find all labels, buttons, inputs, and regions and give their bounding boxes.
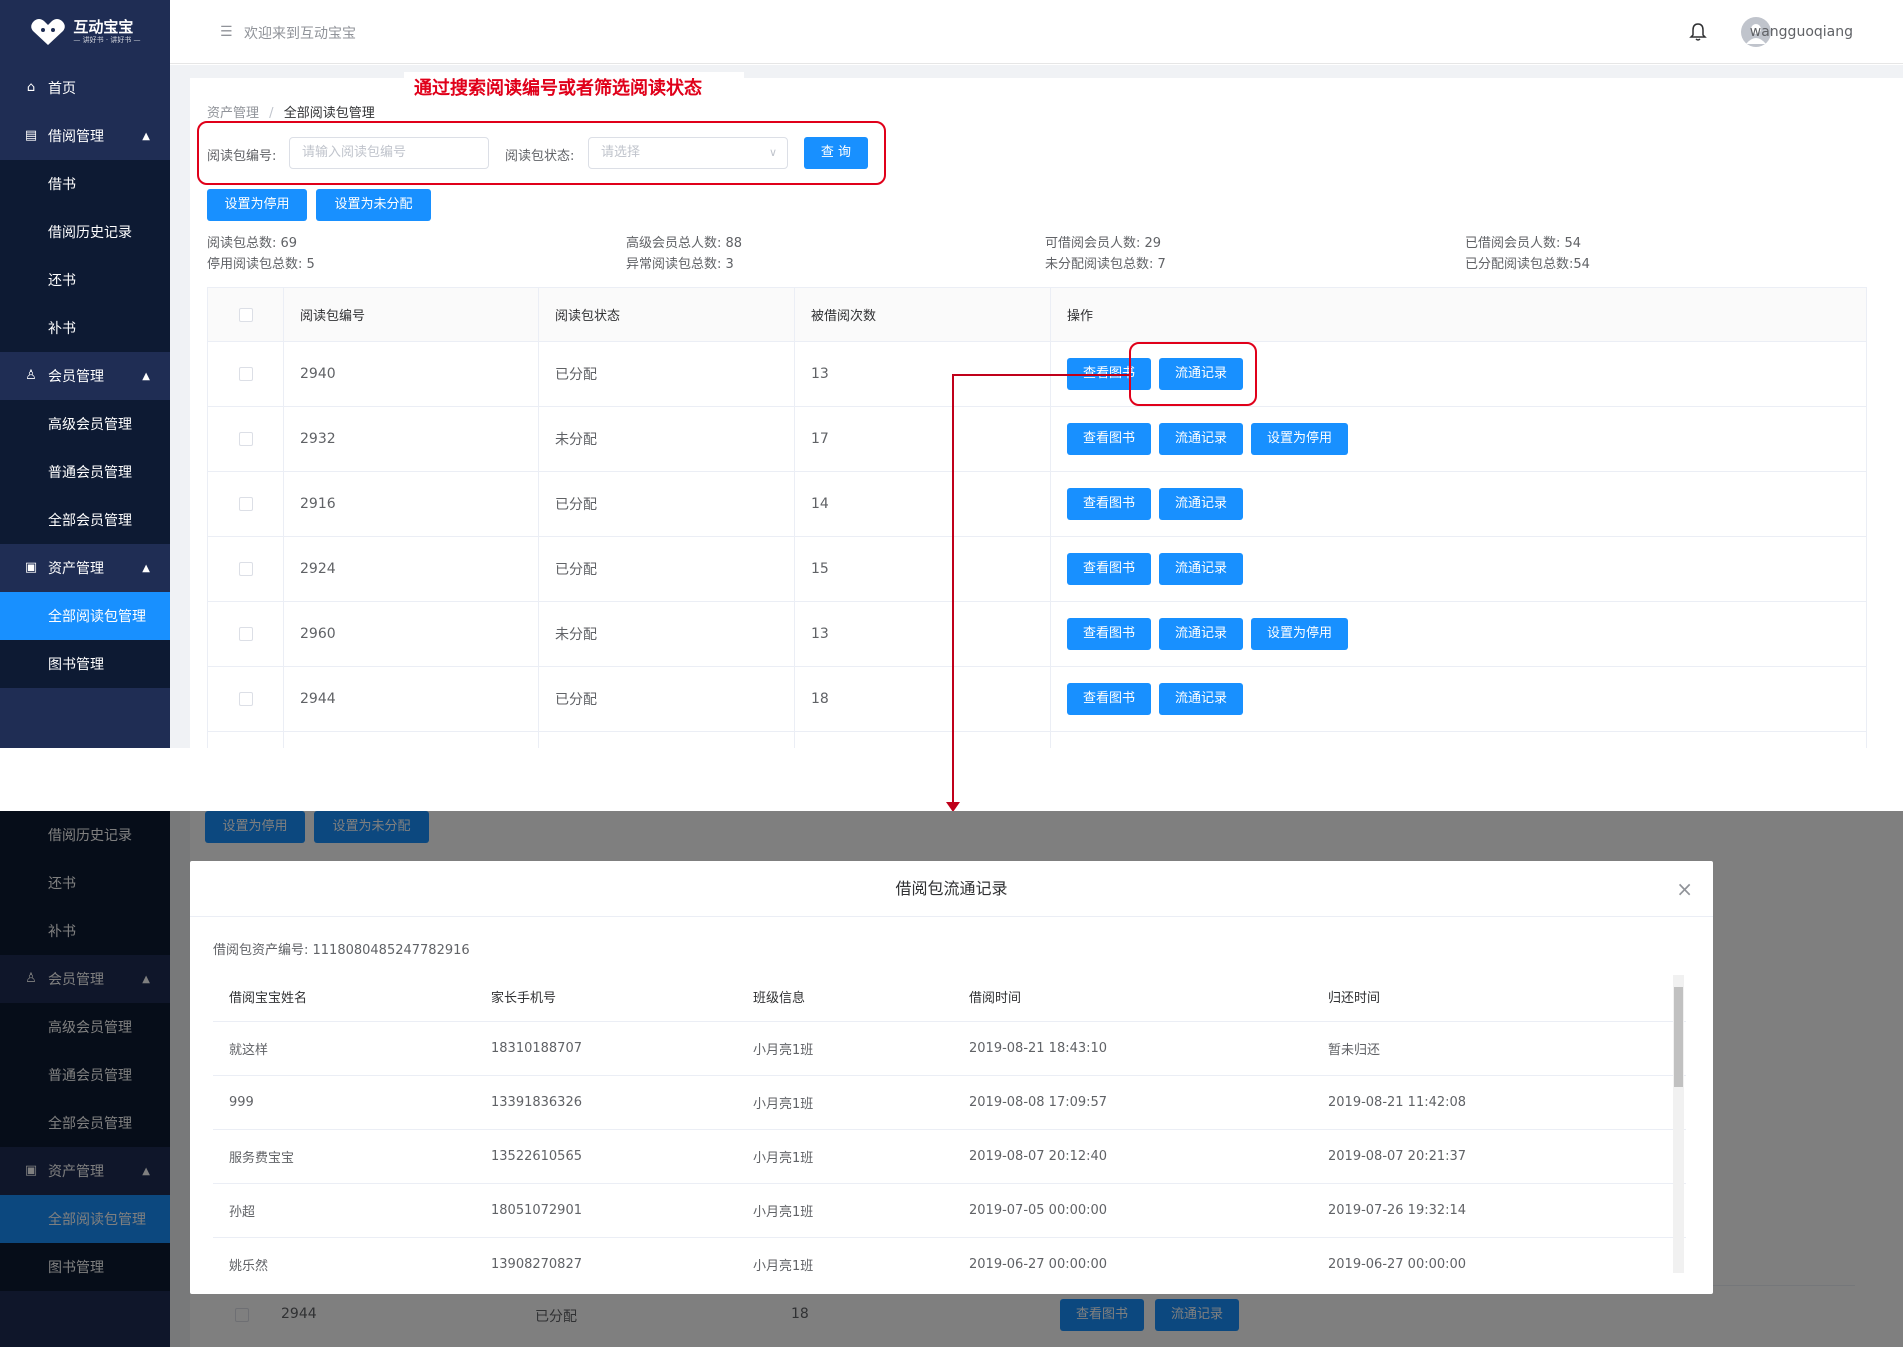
cell-borrow-time: 2019-07-05 00:00:00: [969, 1203, 1108, 1218]
cell-return-time: 暂未归还: [1328, 1043, 1381, 1058]
annotation-arrow: [946, 374, 1129, 812]
header-borrow-time: 借阅时间: [969, 991, 1022, 1006]
cell-parent-phone: 18310188707: [491, 1041, 582, 1056]
cell-class: 小月亮1班: [753, 1043, 814, 1058]
scrollbar[interactable]: [1673, 975, 1684, 1273]
cell-return-time: 2019-08-07 20:21:37: [1328, 1149, 1467, 1164]
table-row: 孙超 18051072901 小月亮1班 2019-07-05 00:00:00…: [213, 1184, 1686, 1238]
cell-child-name: 999: [229, 1095, 254, 1110]
dialog-title: 借阅包流通记录: [895, 879, 1008, 898]
table-row: 服务费宝宝 13522610565 小月亮1班 2019-08-07 20:12…: [213, 1130, 1686, 1184]
cell-child-name: 姚乐然: [229, 1259, 269, 1274]
cell-child-name: 服务费宝宝: [229, 1151, 295, 1166]
header-class: 班级信息: [753, 991, 806, 1006]
table-row: 姚乐然 13908270827 小月亮1班 2019-06-27 00:00:0…: [213, 1238, 1686, 1276]
cell-return-time: 2019-07-26 19:32:14: [1328, 1203, 1467, 1218]
cell-borrow-time: 2019-08-21 18:43:10: [969, 1041, 1108, 1056]
cell-borrow-time: 2019-08-08 17:09:57: [969, 1095, 1108, 1110]
cell-parent-phone: 13522610565: [491, 1149, 582, 1164]
table-row: 999 13391836326 小月亮1班 2019-08-08 17:09:5…: [213, 1076, 1686, 1130]
cell-child-name: 孙超: [229, 1205, 256, 1220]
bottom-screenshot: 借阅历史记录 还书 补书 ♙ 会员管理 ▲ 高级会员管理 普通会员管理 全部会员…: [0, 811, 1903, 1347]
cell-class: 小月亮1班: [753, 1097, 814, 1112]
cell-return-time: 2019-06-27 00:00:00: [1328, 1257, 1467, 1272]
circulation-table: 借阅宝宝姓名 家长手机号 班级信息 借阅时间 归还时间 就这样 18310188…: [213, 972, 1686, 1276]
cell-parent-phone: 18051072901: [491, 1203, 582, 1218]
asset-number: 借阅包资产编号: 1118080485247782916: [213, 943, 470, 958]
cell-borrow-time: 2019-06-27 00:00:00: [969, 1257, 1108, 1272]
table-header: 借阅宝宝姓名 家长手机号 班级信息 借阅时间 归还时间: [213, 972, 1686, 1022]
cell-parent-phone: 13391836326: [491, 1095, 582, 1110]
cell-class: 小月亮1班: [753, 1151, 814, 1166]
header-return-time: 归还时间: [1328, 991, 1381, 1006]
cell-borrow-time: 2019-08-07 20:12:40: [969, 1149, 1108, 1164]
header-parent-phone: 家长手机号: [491, 991, 557, 1006]
cell-return-time: 2019-08-21 11:42:08: [1328, 1095, 1467, 1110]
cell-parent-phone: 13908270827: [491, 1257, 582, 1272]
table-row: 就这样 18310188707 小月亮1班 2019-08-21 18:43:1…: [213, 1022, 1686, 1076]
scrollbar-thumb[interactable]: [1674, 987, 1683, 1087]
cell-child-name: 就这样: [229, 1043, 269, 1058]
cell-class: 小月亮1班: [753, 1205, 814, 1220]
circulation-record-dialog: 借阅包流通记录 × 借阅包资产编号: 1118080485247782916 借…: [190, 861, 1713, 1294]
cell-class: 小月亮1班: [753, 1259, 814, 1274]
close-icon[interactable]: ×: [1676, 861, 1693, 917]
header-child-name: 借阅宝宝姓名: [229, 991, 308, 1006]
